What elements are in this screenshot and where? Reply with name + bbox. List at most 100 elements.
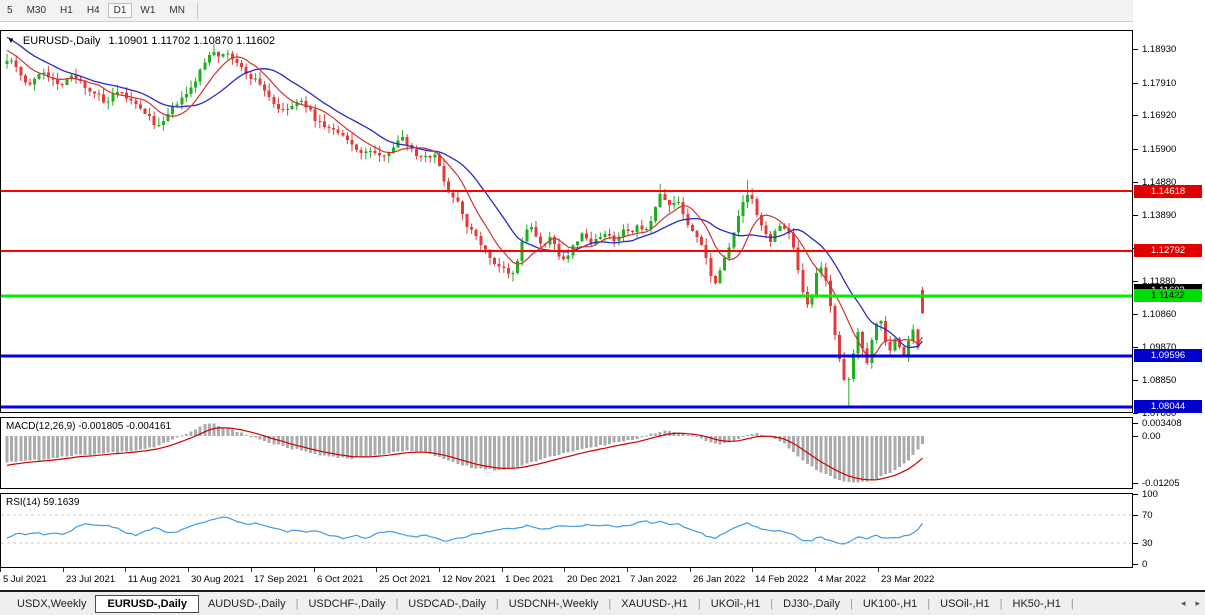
date-tick [878, 568, 879, 572]
date-label: 11 Aug 2021 [128, 574, 181, 585]
price-tick-label: 1.15900 [1142, 144, 1176, 155]
toolbar-separator [197, 3, 198, 19]
date-label: 23 Mar 2022 [881, 574, 934, 585]
axis-tick [1133, 281, 1138, 282]
symbol-dropdown-icon[interactable]: ▼ [7, 36, 15, 46]
price-level-badge: 1.08044 [1134, 400, 1202, 413]
date-label: 23 Jul 2021 [66, 574, 115, 585]
tab-separator: | [770, 598, 773, 610]
price-level-badge: 1.12792 [1134, 244, 1202, 257]
price-level-badge: 1.11422 [1134, 289, 1202, 302]
date-tick [0, 568, 1, 572]
date-tick [752, 568, 753, 572]
candlestick-plot[interactable] [1, 31, 1132, 412]
price-level-badge: 1.14618 [1134, 185, 1202, 198]
date-tick [564, 568, 565, 572]
chart-tab-ukoil[interactable]: UKOil-,H1 [702, 595, 770, 613]
tab-separator: | [296, 598, 299, 610]
axis-tick [1133, 83, 1138, 84]
axis-tick [1133, 515, 1138, 516]
timeframe-toolbar: 5M30H1H4D1W1MN [0, 0, 1205, 22]
macd-tick-label: 0.00 [1142, 431, 1161, 442]
tab-separator: | [850, 598, 853, 610]
chart-title: ▼ EURUSD-,Daily 1.10901 1.11702 1.10870 … [7, 35, 275, 47]
timeframe-button-h4[interactable]: H4 [81, 3, 106, 18]
axis-tick [1133, 149, 1138, 150]
chart-tab-dj30[interactable]: DJ30-,Daily [774, 595, 849, 613]
timeframe-button-mn[interactable]: MN [163, 3, 191, 18]
chart-tab-usoil[interactable]: USOil-,H1 [931, 595, 999, 613]
rsi-tick-label: 30 [1142, 538, 1153, 549]
axis-tick [1133, 49, 1138, 50]
timeframe-button-d1[interactable]: D1 [108, 3, 133, 18]
date-tick [627, 568, 628, 572]
macd-tick-label: 0.003408 [1142, 418, 1182, 429]
date-label: 14 Feb 2022 [755, 574, 808, 585]
axis-tick [1133, 215, 1138, 216]
price-tick-label: 1.17910 [1142, 78, 1176, 89]
date-tick [502, 568, 503, 572]
date-tick [690, 568, 691, 572]
tab-separator: | [698, 598, 701, 610]
axis-tick [1133, 413, 1138, 414]
chart-tab-usdx[interactable]: USDX,Weekly [8, 595, 95, 613]
date-label: 30 Aug 2021 [191, 574, 244, 585]
rsi-panel: RSI(14) 59.1639 [0, 493, 1133, 568]
date-label: 1 Dec 2021 [505, 574, 554, 585]
timeframe-button-w1[interactable]: W1 [134, 3, 161, 18]
date-label: 12 Nov 2021 [442, 574, 496, 585]
chart-tab-eurusd[interactable]: EURUSD-,Daily [95, 595, 198, 613]
macd-label: MACD(12,26,9) -0.001805 -0.004161 [6, 421, 171, 432]
macd-tick-label: -0.01205 [1142, 478, 1180, 489]
axis-tick [1133, 483, 1138, 484]
trading-terminal-window: 5M30H1H4D1W1MN ▼ EURUSD-,Daily 1.10901 1… [0, 0, 1205, 615]
axis-tick [1133, 494, 1138, 495]
price-tick-label: 1.16920 [1142, 110, 1176, 121]
date-label: 5 Jul 2021 [3, 574, 47, 585]
axis-tick [1133, 347, 1138, 348]
axis-tick [1133, 423, 1138, 424]
axis-tick [1133, 314, 1138, 315]
axis-tick [1133, 543, 1138, 544]
date-tick [63, 568, 64, 572]
timeframe-button-h1[interactable]: H1 [54, 3, 79, 18]
date-label: 6 Oct 2021 [317, 574, 363, 585]
timeframe-button-5[interactable]: 5 [1, 3, 19, 18]
chart-tab-audusd[interactable]: AUDUSD-,Daily [199, 595, 295, 613]
price-tick-label: 1.18930 [1142, 44, 1176, 55]
tab-scroll-left-icon[interactable]: ◂ [1181, 598, 1186, 609]
tab-separator: | [927, 598, 930, 610]
date-tick [815, 568, 816, 572]
price-axis: 1.189301.179101.169201.159001.148801.138… [1133, 0, 1205, 615]
axis-tick [1133, 380, 1138, 381]
date-tick [376, 568, 377, 572]
axis-tick [1133, 182, 1138, 183]
date-label: 7 Jan 2022 [630, 574, 677, 585]
axis-tick [1133, 564, 1138, 565]
timeframe-button-m30[interactable]: M30 [21, 3, 52, 18]
chart-tab-hk50[interactable]: HK50-,H1 [1004, 595, 1070, 613]
chart-tab-xauusd[interactable]: XAUUSD-,H1 [612, 595, 697, 613]
chart-tab-usdcad[interactable]: USDCAD-,Daily [399, 595, 495, 613]
price-tick-label: 1.13890 [1142, 210, 1176, 221]
rsi-tick-label: 0 [1142, 559, 1147, 570]
chart-tab-usdcnh[interactable]: USDCNH-,Weekly [500, 595, 608, 613]
tab-scroll-right-icon[interactable]: ▸ [1195, 598, 1200, 609]
tab-separator: | [608, 598, 611, 610]
chart-tab-usdchf[interactable]: USDCHF-,Daily [299, 595, 394, 613]
price-tick-label: 1.10860 [1142, 309, 1176, 320]
date-label: 20 Dec 2021 [567, 574, 621, 585]
date-tick [439, 568, 440, 572]
macd-panel: MACD(12,26,9) -0.001805 -0.004161 [0, 417, 1133, 489]
date-label: 17 Sep 2021 [254, 574, 308, 585]
rsi-label: RSI(14) 59.1639 [6, 497, 79, 508]
date-label: 4 Mar 2022 [818, 574, 866, 585]
chart-tab-uk100[interactable]: UK100-,H1 [854, 595, 926, 613]
axis-tick [1133, 115, 1138, 116]
rsi-plot[interactable] [1, 494, 1132, 567]
tab-separator: | [1000, 598, 1003, 610]
date-label: 25 Oct 2021 [379, 574, 431, 585]
axis-tick [1133, 436, 1138, 437]
date-tick [125, 568, 126, 572]
chart-tab-bar: USDX,WeeklyEURUSD-,DailyAUDUSD-,Daily|US… [0, 590, 1205, 615]
